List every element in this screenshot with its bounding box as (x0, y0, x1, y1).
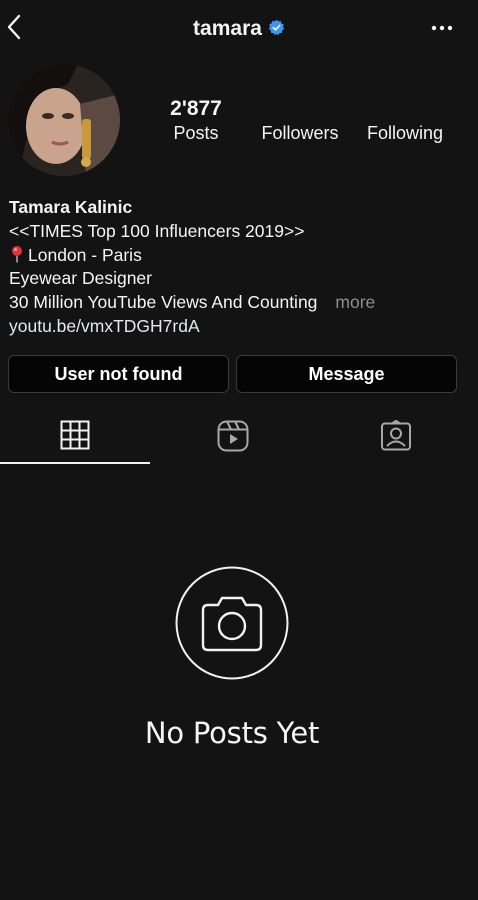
posts-count: 2'877 (170, 97, 222, 120)
posts-label: Posts (173, 123, 219, 143)
reels-icon (217, 420, 249, 452)
bio-line-4: 30 Million YouTube Views And Counting mor… (9, 291, 469, 315)
more-horizontal-icon[interactable] (430, 20, 454, 36)
stat-following[interactable]: Following (362, 97, 448, 144)
tab-grid[interactable] (0, 410, 150, 464)
avatar-image (8, 64, 120, 176)
following-label: Following (366, 123, 444, 143)
tab-tagged[interactable] (321, 410, 471, 464)
stat-posts[interactable]: 2'877 Posts (165, 97, 227, 144)
page-title: tamara (193, 17, 262, 40)
bio-line-1: <<TIMES Top 100 Influencers 2019>> (9, 220, 305, 241)
top-bar: tamara (0, 0, 478, 60)
following-count (362, 97, 448, 123)
followers-label: Followers (261, 123, 339, 143)
tagged-icon (381, 420, 411, 451)
message-button[interactable]: Message (236, 355, 457, 393)
verified-badge-icon (268, 19, 285, 36)
bio-location: London - Paris (28, 244, 142, 265)
bio-link[interactable]: youtu.be/vmxTDGH7rdA (9, 315, 469, 339)
stat-followers[interactable]: Followers (258, 97, 342, 144)
followers-count (258, 97, 342, 123)
grid-icon (60, 420, 90, 450)
profile-tabs (0, 410, 478, 464)
user-not-found-button[interactable]: User not found (8, 355, 229, 393)
profile-name: Tamara Kalinic (9, 197, 133, 217)
pin-icon (12, 245, 22, 263)
bio-line-2: London - Paris (9, 244, 469, 268)
camera-icon (175, 566, 289, 680)
bio-more-link[interactable]: more (335, 292, 375, 312)
profile-username-header: tamara (0, 16, 478, 42)
avatar[interactable] (8, 64, 120, 176)
empty-state-text: No Posts Yet (144, 716, 320, 750)
bio-line-3: Eyewear Designer (9, 268, 152, 289)
bio-line-4-text: 30 Million YouTube Views And Counting (9, 292, 318, 313)
profile-bio: Tamara Kalinic <<TIMES Top 100 Influence… (9, 196, 469, 339)
tab-reels[interactable] (158, 410, 308, 464)
